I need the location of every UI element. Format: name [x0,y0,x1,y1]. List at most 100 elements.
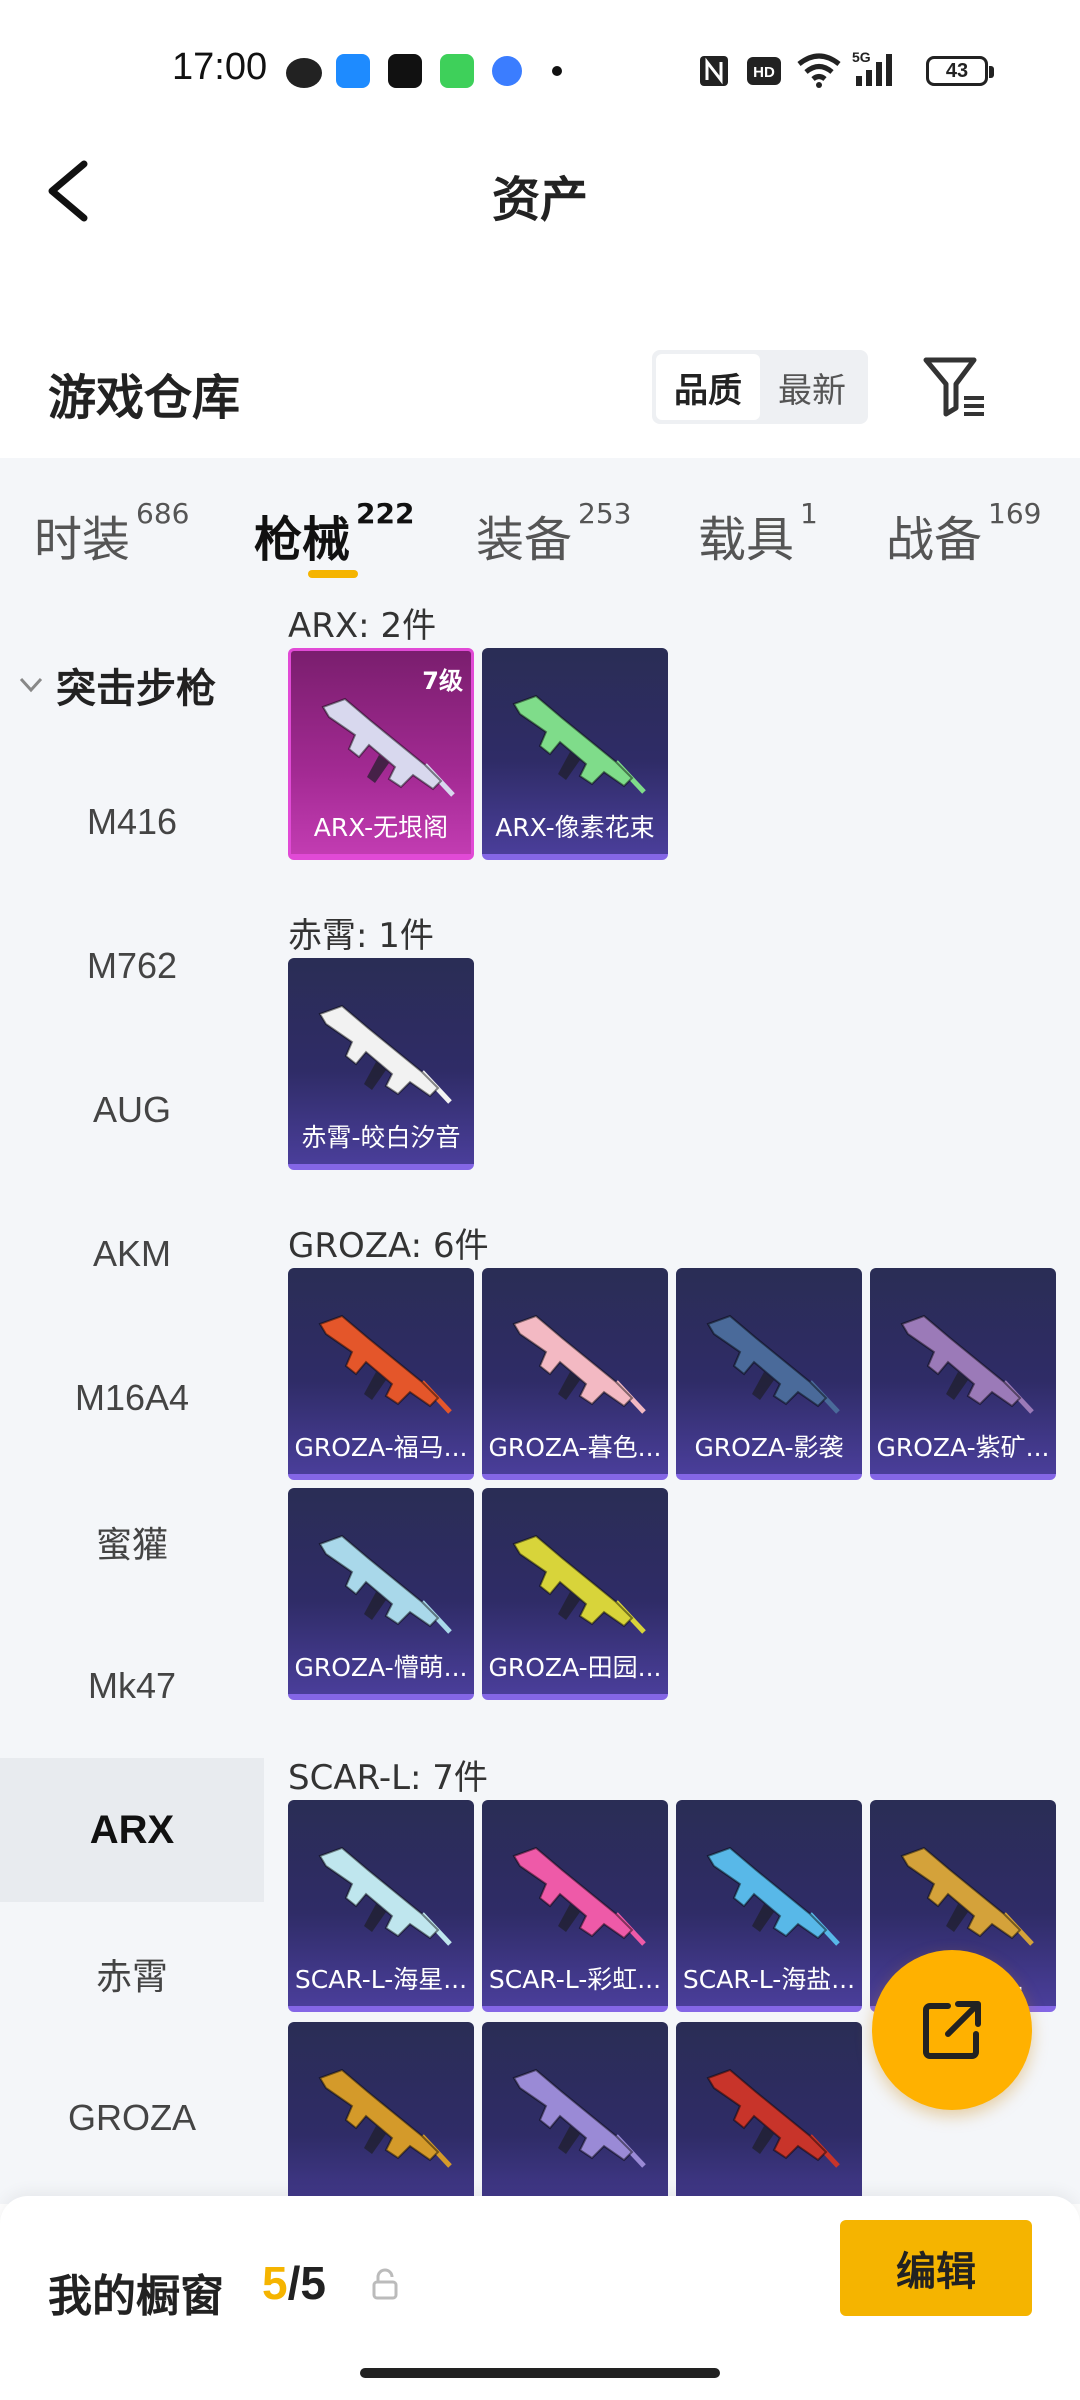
sort-latest-option[interactable]: 最新 [760,354,864,420]
tab-label: 时装 [34,512,131,568]
weapon-card[interactable]: GROZA-田园... [482,1488,668,1700]
sidebar-item-mk47[interactable]: Mk47 [0,1614,264,1758]
rifle-icon [900,1314,1034,1414]
weapon-name: GROZA-紫矿... [876,1433,1050,1462]
tab-vehicles[interactable]: 载具 1 [698,497,818,570]
group-title-scar-l: SCAR-L: 7件 [288,1758,488,1798]
sidebar-item-arx[interactable]: ARX [0,1758,264,1902]
sidebar-item-m762[interactable]: M762 [0,894,264,1038]
browser-icon [492,56,522,86]
weapon-card[interactable]: GROZA-紫矿... [870,1268,1056,1480]
more-dot-icon [552,66,562,76]
tab-count: 253 [578,497,632,530]
rifle-icon [318,1534,452,1634]
weapon-card[interactable]: SCAR-L-彩虹... [482,1800,668,2012]
weapon-card[interactable]: 7级 ARX-无垠阁 [288,648,474,860]
sidebar-item-m416[interactable]: M416 [0,750,264,894]
weapon-name: GROZA-田园... [488,1653,662,1682]
weapon-card[interactable]: ARX-像素花束 [482,648,668,860]
rifle-icon [512,1846,646,1946]
tab-label: 战备 [886,512,983,568]
status-time: 17:00 [172,46,268,88]
weapon-name: SCAR-L-海星... [294,1965,468,1994]
svg-text:HD: HD [753,64,775,81]
rifle-icon [900,1846,1034,1946]
showcase-label: 我的橱窗 [48,2271,224,2322]
sidebar-item-honey-badger[interactable]: 蜜獾 [0,1470,264,1614]
weapon-card[interactable]: GROZA-影袭 [676,1268,862,1480]
lock-icon [372,2268,398,2300]
app-blue-icon [336,54,370,88]
rifle-icon [706,1314,840,1414]
group-title-arx: ARX: 2件 [288,606,437,646]
weapon-name: GROZA-懵萌... [294,1653,468,1682]
level-badge: 7级 [422,667,463,695]
weapon-card[interactable]: 赤霄-皎白汐音 [288,958,474,1170]
showcase-total: /5 [287,2257,326,2309]
chevron-down-icon [19,677,43,693]
group-title-chixiao: 赤霄: 1件 [288,916,434,956]
weapon-card[interactable]: GROZA-暮色... [482,1268,668,1480]
sort-quality-option[interactable]: 品质 [656,354,760,420]
weapon-name: ARX-像素花束 [495,813,655,842]
sidebar-item-akm[interactable]: AKM [0,1182,264,1326]
rifle-icon [321,697,455,797]
rifle-icon [512,694,646,794]
rifle-icon [318,1004,452,1104]
filter-icon[interactable] [922,356,988,418]
page-title: 资产 [491,172,588,228]
warehouse-title: 游戏仓库 [48,370,241,426]
svg-text:5G: 5G [852,49,871,65]
tab-skins[interactable]: 时装 686 [34,497,189,570]
messages-icon [440,54,474,88]
tab-count: 1 [800,497,818,530]
status-bar: 17:00 HD 5G 43 [0,0,1080,140]
tab-guns[interactable]: 枪械 222 [254,497,415,570]
sidebar-group-assault-rifles[interactable]: 突击步枪 [18,656,216,714]
sidebar-group-label: 突击步枪 [56,666,216,712]
tiktok-icon [388,54,422,88]
showcase-count: 5/5 [262,2256,326,2310]
tab-supplies[interactable]: 战备 169 [886,497,1042,570]
sidebar-item-groza[interactable]: GROZA [0,2046,264,2190]
wifi-icon [797,53,841,88]
weapon-name: GROZA-暮色... [488,1433,662,1462]
signal-5g-icon: 5G [852,49,892,86]
weapon-sidebar: 突击步枪 M416 M762 AUG AKM M16A4 蜜獾 Mk47 ARX… [0,604,264,2204]
rifle-icon [318,1314,452,1414]
weapon-card[interactable]: GROZA-懵萌... [288,1488,474,1700]
sidebar-item-m16a4[interactable]: M16A4 [0,1326,264,1470]
rifle-icon [706,1846,840,1946]
rifle-icon [512,1534,646,1634]
wechat-icon [286,58,322,88]
weapon-card[interactable]: SCAR-L-海星... [288,1800,474,2012]
external-link-icon [923,2001,981,2059]
weapon-card[interactable]: SCAR-L-海盐... [676,1800,862,2012]
home-indicator[interactable] [360,2368,720,2378]
weapon-name: ARX-无垠阁 [313,813,449,842]
tab-count: 222 [356,497,415,530]
active-tab-indicator [308,570,358,578]
asset-page: 17:00 HD 5G 43 资产 游戏仓库 品质 最新 时装 686 枪械 222… [0,0,1080,2400]
weapon-name: GROZA-影袭 [694,1433,844,1462]
showcase-current: 5 [262,2257,288,2309]
sidebar-item-aug[interactable]: AUG [0,1038,264,1182]
share-fab-button[interactable] [872,1950,1032,2110]
rifle-icon [318,2068,452,2168]
hd-icon: HD [747,57,781,85]
tab-count: 169 [988,497,1042,530]
category-tabs: 时装 686 枪械 222 装备 253 载具 1 战备 169 [0,458,1080,604]
rifle-icon [512,2068,646,2168]
sidebar-item-chixiao[interactable]: 赤霄 [0,1902,264,2046]
tab-label: 枪械 [254,512,351,568]
group-title-groza: GROZA: 6件 [288,1226,489,1266]
weapon-name: 赤霄-皎白汐音 [301,1123,461,1152]
sort-toggle: 品质 最新 [652,350,868,424]
tab-label: 装备 [476,512,573,568]
nfc-icon [700,56,728,86]
weapon-card[interactable]: GROZA-福马... [288,1268,474,1480]
rifle-icon [318,1846,452,1946]
edit-button[interactable]: 编辑 [840,2220,1032,2316]
battery-indicator: 43 [926,56,994,86]
tab-equipment[interactable]: 装备 253 [476,497,632,570]
